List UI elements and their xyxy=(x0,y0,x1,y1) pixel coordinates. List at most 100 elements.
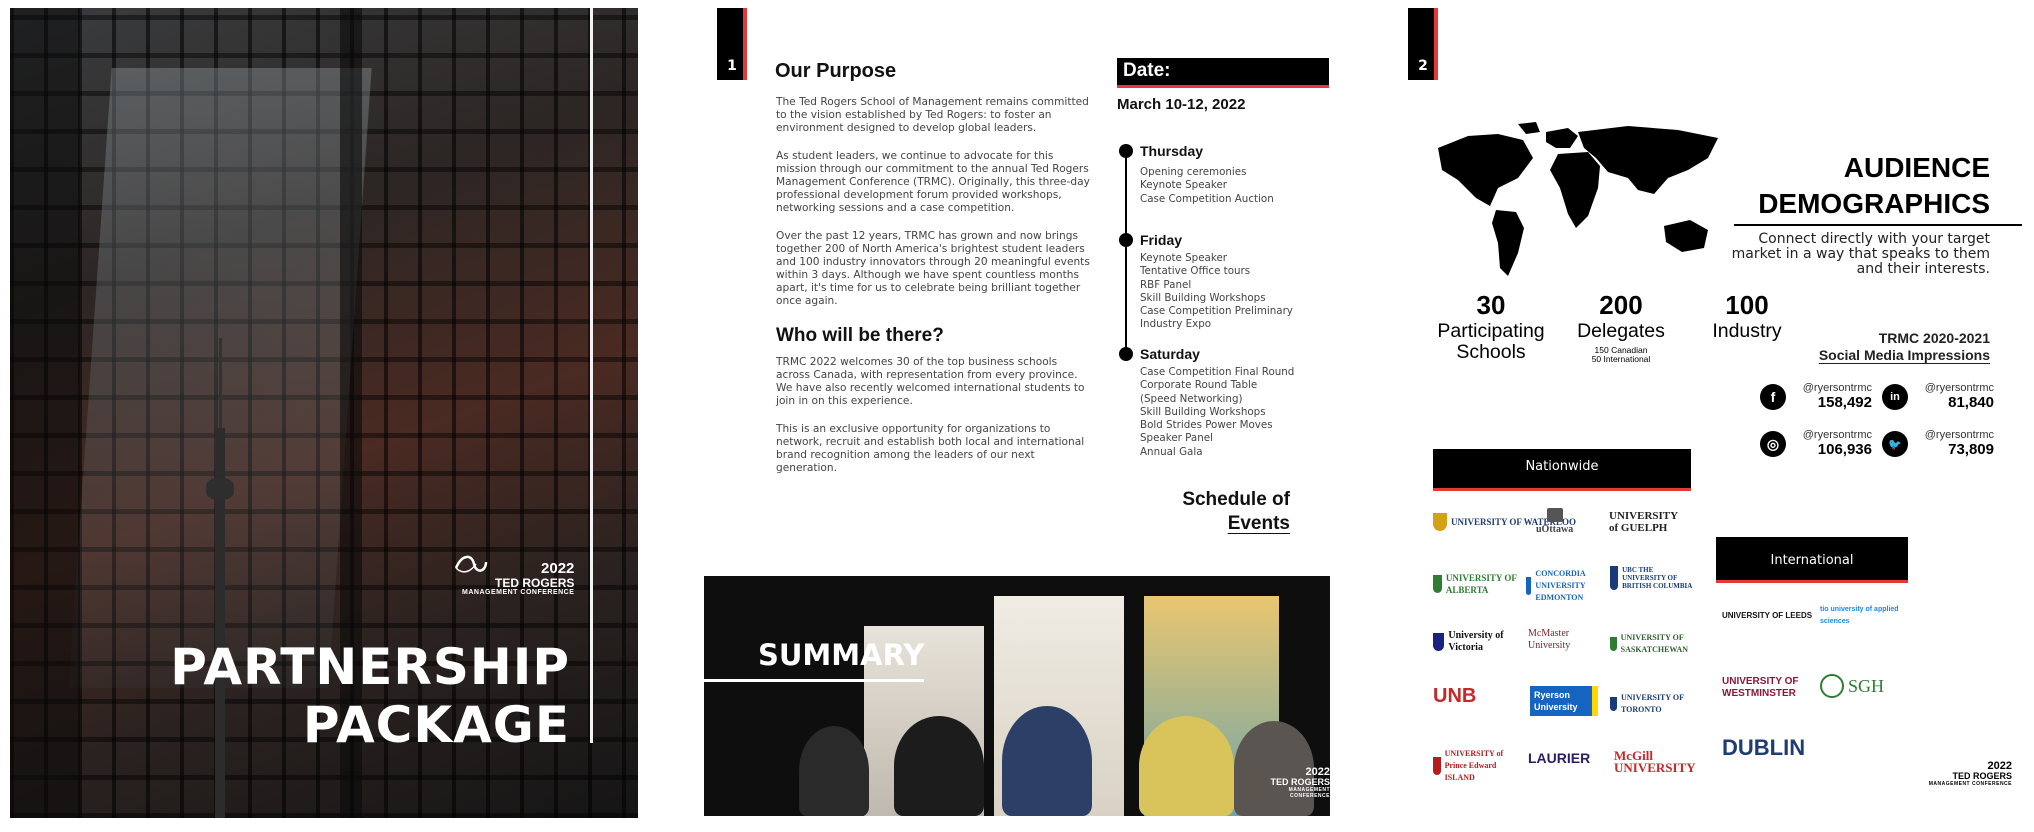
audience-subtitle: Connect directly with your target market… xyxy=(1731,231,1990,277)
social-handle: @ryersontrmc xyxy=(1802,429,1872,441)
logo-ubc: UBC THE UNIVERSITY OF BRITISH COLUMBIA xyxy=(1610,566,1694,590)
cover-title: PARTNERSHIP PACKAGE xyxy=(170,638,570,754)
schedule-day: Friday xyxy=(1140,232,1183,248)
world-map-icon xyxy=(1438,122,1718,276)
logo-concordia: CONCORDIA UNIVERSITY EDMONTON xyxy=(1526,568,1604,604)
social-value: 106,936 xyxy=(1817,441,1872,458)
logo-uottawa: uOttawa xyxy=(1536,508,1573,536)
social-handle: @ryersontrmc xyxy=(1802,382,1872,394)
stat-number: 30 xyxy=(1476,290,1506,320)
schedule-title-line2: Events xyxy=(1227,513,1290,534)
stat-number: 100 xyxy=(1725,290,1769,320)
schedule-title-line1: Schedule of xyxy=(1182,489,1290,510)
schedule-item: Keynote Speaker xyxy=(1140,179,1228,192)
schedule-item: Bold Strides Power Moves xyxy=(1140,419,1273,432)
cover-divider-line xyxy=(590,8,593,743)
purpose-paragraph-1: The Ted Rogers School of Management rema… xyxy=(776,96,1089,134)
schedule-item: Skill Building Workshops xyxy=(1140,405,1266,418)
date-value: March 10-12, 2022 xyxy=(1117,96,1246,113)
timeline-dot xyxy=(1119,233,1133,247)
logo-dublin: DUBLIN xyxy=(1722,735,1806,760)
schedule-item: Case Competition Final Round xyxy=(1140,366,1295,378)
trmc-logo: 2022 TED ROGERS MANAGEMENT CONFERENCE xyxy=(1929,760,2012,787)
schedule-item: Case Competition Preliminary xyxy=(1140,305,1293,318)
logo-saskatchewan: UNIVERSITY OF SASKATCHEWAN xyxy=(1610,632,1694,656)
page-two: 2 AUDIENCE DEMOGRAPHICS Connect directly… xyxy=(1406,0,2034,832)
schedule-items: Opening ceremonies Keynote Speaker Case … xyxy=(1140,166,1274,206)
logo-name: TED ROGERS xyxy=(1270,777,1330,787)
cn-tower-spire xyxy=(219,338,222,438)
schedule-items: Case Competition Final Round Corporate R… xyxy=(1140,366,1294,459)
twitter-icon: 🐦 xyxy=(1882,431,1908,457)
schedule-item: Opening ceremonies xyxy=(1140,166,1247,178)
logo-laurier: LAURIER xyxy=(1528,750,1591,766)
summary-underline xyxy=(704,679,924,682)
summary-photo: SUMMARY 2022 TED ROGERS MANAGEMENT CONFE… xyxy=(704,576,1330,816)
schedule-item: RBF Panel xyxy=(1140,278,1192,291)
logo-subtitle: MANAGEMENT CONFERENCE xyxy=(1928,781,2012,787)
stat-delegates: 200 Delegates 150 Canadian 50 Internatio… xyxy=(1566,290,1676,364)
audience-rule xyxy=(1734,224,2022,226)
logo-tio: tio university of applied sciences xyxy=(1820,606,1899,625)
schedule-day: Saturday xyxy=(1140,346,1200,362)
social-handle: @ryersontrmc xyxy=(1924,382,1994,394)
stat-schools: 30 Participating Schools xyxy=(1426,290,1556,363)
person xyxy=(894,716,984,816)
schedule-items: Keynote Speaker Tentative Office tours R… xyxy=(1140,252,1293,332)
schedule-title: Schedule of Events xyxy=(1182,488,1290,536)
stat-sub: 50 International xyxy=(1591,354,1651,364)
logo-sgh: SGH xyxy=(1820,674,1884,698)
cover-page: 2022 TED ROGERS MANAGEMENT CONFERENCE PA… xyxy=(10,8,638,818)
trmc-logo: 2022 TED ROGERS MANAGEMENT CONFERENCE xyxy=(454,555,575,596)
logo-name: TED ROGERS xyxy=(1952,771,2012,781)
schedule-item: Tentative Office tours xyxy=(1140,265,1251,278)
who-paragraph-1: TRMC 2022 welcomes 30 of the top busines… xyxy=(776,356,1085,407)
summary-title: SUMMARY xyxy=(758,638,925,672)
logo-mcmaster: McMaster University xyxy=(1528,628,1571,651)
schedule-item: Skill Building Workshops xyxy=(1140,291,1266,304)
who-heading: Who will be there? xyxy=(776,325,944,346)
social-title-line2: Social Media Impressions xyxy=(1818,347,1990,363)
who-paragraph-2: This is an exclusive opportunity for org… xyxy=(776,423,1085,474)
schedule-item: Corporate Round Table xyxy=(1140,379,1258,392)
stat-label: Participating xyxy=(1437,320,1545,342)
timeline-dot xyxy=(1119,347,1133,361)
international-header: International xyxy=(1716,537,1908,583)
stat-label: Schools xyxy=(1456,341,1526,363)
logo-name: TED ROGERS xyxy=(495,576,575,590)
purpose-paragraph-3: Over the past 12 years, TRMC has grown a… xyxy=(776,230,1090,307)
building-beam xyxy=(10,8,80,818)
instagram-icon: ◎ xyxy=(1760,431,1786,457)
page-one: 1 Our Purpose The Ted Rogers School of M… xyxy=(704,0,1330,832)
logo-westminster: UNIVERSITY OF WESTMINSTER xyxy=(1722,676,1799,699)
stat-industry: 100 Industry xyxy=(1702,290,1792,342)
purpose-paragraph-2: As student leaders, we continue to advoc… xyxy=(776,150,1090,214)
cover-title-line1: PARTNERSHIP xyxy=(170,638,570,696)
schedule-day: Thursday xyxy=(1140,143,1204,159)
nationwide-header: Nationwide xyxy=(1433,449,1691,491)
infinity-logo-icon xyxy=(454,555,488,573)
logo-leeds: UNIVERSITY OF LEEDS xyxy=(1722,611,1813,620)
logo-guelph: UNIVERSITY of GUELPH xyxy=(1609,510,1678,534)
logo-unb: UNB xyxy=(1433,685,1477,707)
audience-title: AUDIENCE DEMOGRAPHICS xyxy=(1758,150,1990,222)
logo-subtitle: MANAGEMENT CONFERENCE xyxy=(1288,787,1330,799)
logo-ryerson: Ryerson University xyxy=(1530,686,1598,716)
timeline-dot xyxy=(1119,144,1133,158)
page-number-tab: 1 xyxy=(717,8,747,80)
logo-victoria: University of Victoria xyxy=(1433,630,1523,654)
stat-label: Industry xyxy=(1712,320,1782,342)
person xyxy=(1002,706,1092,816)
date-label: Date: xyxy=(1117,58,1329,88)
social-value: 73,809 xyxy=(1948,441,1994,458)
logo-toronto: UNIVERSITY OF TORONTO xyxy=(1610,692,1694,716)
schedule-item: Annual Gala xyxy=(1140,445,1203,458)
social-title: TRMC 2020-2021 Social Media Impressions xyxy=(1819,330,1990,364)
stat-number: 200 xyxy=(1599,290,1643,320)
person xyxy=(799,726,869,816)
schedule-item: Industry Expo xyxy=(1140,318,1212,331)
schedule-item: Keynote Speaker xyxy=(1140,252,1228,264)
social-facebook: f @ryersontrmc 158,492 xyxy=(1760,382,1872,418)
social-title-line1: TRMC 2020-2021 xyxy=(1878,330,1990,346)
social-linkedin: in @ryersontrmc 81,840 xyxy=(1882,382,1994,418)
